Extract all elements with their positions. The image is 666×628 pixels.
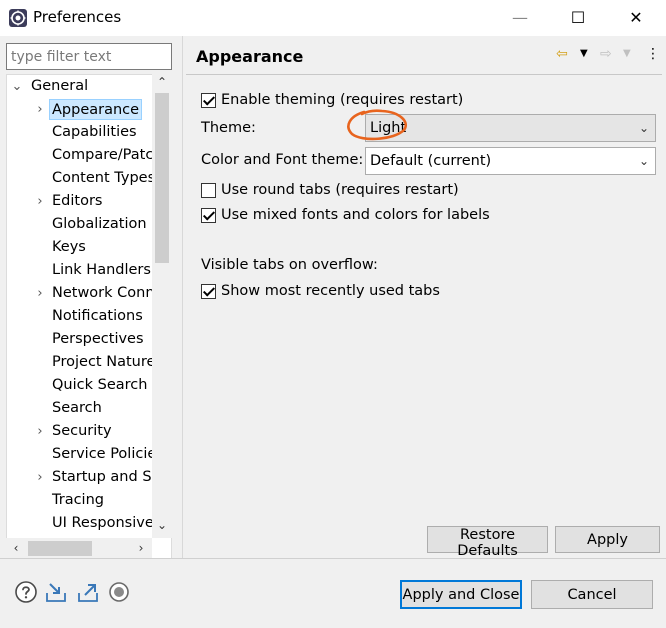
close-button[interactable]: ✕ bbox=[608, 0, 664, 34]
checkbox-label: Show most recently used tabs bbox=[221, 283, 440, 299]
export-icon[interactable] bbox=[76, 580, 100, 604]
chevron-down-icon[interactable]: ⌄ bbox=[11, 75, 23, 98]
panel-divider[interactable] bbox=[182, 36, 183, 558]
scroll-up-icon[interactable]: ⌃ bbox=[152, 75, 172, 93]
checkbox-box[interactable] bbox=[201, 283, 216, 299]
eclipse-app-icon bbox=[9, 9, 27, 27]
tree-horizontal-scrollbar[interactable]: ‹ › bbox=[6, 538, 152, 559]
tree-item-label: Keys bbox=[52, 239, 86, 255]
tree-item-label: Capabilities bbox=[52, 124, 137, 140]
color-font-theme-label: Color and Font theme: bbox=[201, 152, 364, 168]
page-title: Appearance bbox=[196, 47, 304, 66]
tree-item-label: Perspectives bbox=[52, 331, 144, 347]
scroll-left-icon[interactable]: ‹ bbox=[7, 539, 25, 557]
title-separator bbox=[186, 74, 662, 75]
minimize-button[interactable]: — bbox=[492, 0, 548, 34]
tree-item-label: Compare/Patch bbox=[52, 147, 163, 163]
theme-select-value: Light bbox=[370, 120, 407, 136]
view-menu-icon[interactable]: ⋮ bbox=[646, 44, 660, 64]
tree-item-label: Globalization bbox=[52, 216, 147, 232]
record-icon[interactable] bbox=[107, 580, 131, 604]
checkbox-label: Enable theming (requires restart) bbox=[221, 92, 464, 108]
tree-item-label: Tracing bbox=[52, 492, 104, 508]
tree-item-label: Project Natures bbox=[52, 354, 163, 370]
window-title: Preferences bbox=[33, 8, 122, 26]
tree-item-label: Editors bbox=[52, 193, 103, 209]
tree-item-label: Quick Search bbox=[52, 377, 148, 393]
tree-vertical-scrollbar[interactable]: ⌃ ⌄ bbox=[152, 74, 172, 538]
chevron-right-icon[interactable]: › bbox=[34, 466, 46, 489]
chevron-right-icon[interactable]: › bbox=[34, 282, 46, 305]
scroll-thumb[interactable] bbox=[28, 541, 92, 556]
chevron-down-icon: ⌄ bbox=[638, 121, 649, 135]
chevron-down-icon: ⌄ bbox=[638, 154, 649, 168]
visible-tabs-label: Visible tabs on overflow: bbox=[201, 257, 378, 273]
color-font-theme-select[interactable]: Default (current) ⌄ bbox=[365, 147, 656, 175]
scroll-thumb[interactable] bbox=[155, 93, 169, 263]
tree-item-label: General bbox=[31, 78, 89, 94]
mixed-fonts-checkbox[interactable]: Use mixed fonts and colors for labels bbox=[201, 205, 490, 225]
show-mru-tabs-checkbox[interactable]: Show most recently used tabs bbox=[201, 281, 440, 301]
apply-button[interactable]: Apply bbox=[555, 526, 660, 553]
chevron-right-icon[interactable]: › bbox=[34, 190, 46, 213]
cancel-button[interactable]: Cancel bbox=[531, 580, 653, 609]
restore-defaults-button[interactable]: Restore Defaults bbox=[427, 526, 548, 559]
tree-item-label: Notifications bbox=[52, 308, 143, 324]
checkbox-label: Use round tabs (requires restart) bbox=[221, 182, 459, 198]
title-bar: Preferences — ☐ ✕ bbox=[0, 0, 666, 36]
forward-menu-chevron-icon[interactable]: ▼ bbox=[623, 44, 631, 64]
filter-input[interactable] bbox=[6, 43, 172, 70]
back-arrow-icon[interactable]: ⇦ bbox=[556, 44, 568, 64]
enable-theming-checkbox[interactable]: Enable theming (requires restart) bbox=[201, 90, 463, 110]
scroll-right-icon[interactable]: › bbox=[132, 539, 150, 557]
tree-item-label: Search bbox=[52, 400, 102, 416]
apply-and-close-button[interactable]: Apply and Close bbox=[400, 580, 522, 609]
checkbox-box[interactable] bbox=[201, 92, 216, 108]
chevron-right-icon[interactable]: › bbox=[34, 98, 46, 121]
tree-item-label: Appearance bbox=[49, 99, 143, 120]
maximize-button[interactable]: ☐ bbox=[550, 0, 606, 34]
theme-select[interactable]: Light ⌄ bbox=[365, 114, 656, 142]
tree-item-label: Link Handlers bbox=[52, 262, 151, 278]
forward-arrow-icon[interactable]: ⇨ bbox=[600, 44, 612, 64]
back-menu-chevron-icon[interactable]: ▼ bbox=[580, 44, 588, 64]
theme-label: Theme: bbox=[201, 120, 256, 136]
tree-item-label: Content Types bbox=[52, 170, 156, 186]
scroll-down-icon[interactable]: ⌄ bbox=[152, 518, 172, 536]
checkbox-label: Use mixed fonts and colors for labels bbox=[221, 207, 490, 223]
checkbox-box[interactable] bbox=[201, 182, 216, 198]
checkbox-box[interactable] bbox=[201, 207, 216, 223]
preference-tree[interactable]: ⌄ General › Appearance Capabilities Compare… bbox=[6, 74, 172, 560]
chevron-right-icon[interactable]: › bbox=[34, 420, 46, 443]
help-icon[interactable] bbox=[14, 580, 38, 604]
color-font-theme-value: Default (current) bbox=[370, 153, 492, 169]
round-tabs-checkbox[interactable]: Use round tabs (requires restart) bbox=[201, 180, 459, 200]
tree-item-label: Service Policies bbox=[52, 446, 164, 462]
import-icon[interactable] bbox=[44, 580, 68, 604]
tree-item-label: Security bbox=[52, 423, 112, 439]
